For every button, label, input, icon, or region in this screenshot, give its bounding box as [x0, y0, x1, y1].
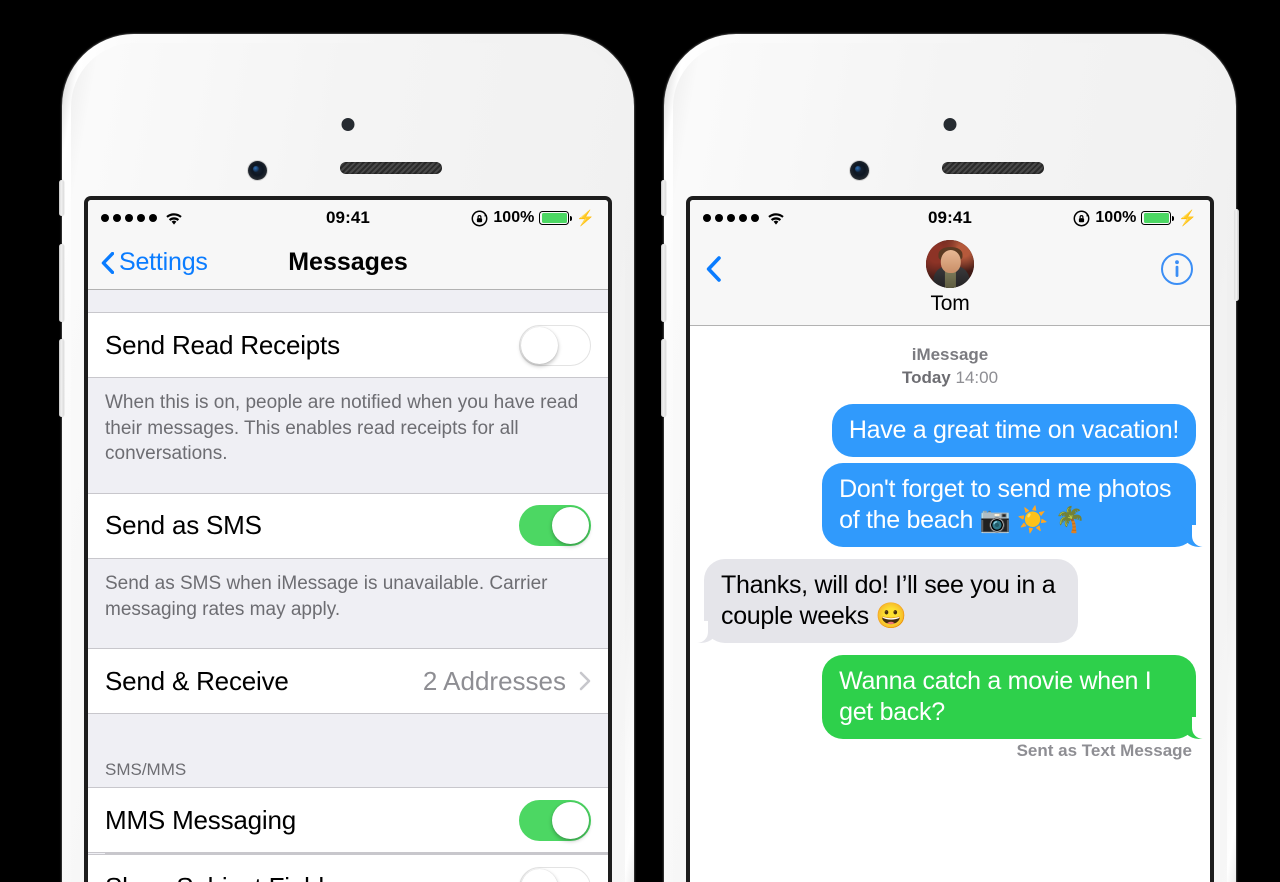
- message-bubble-outgoing-sms[interactable]: Wanna catch a movie when I get back?: [822, 655, 1203, 740]
- volume-up-button[interactable]: [661, 244, 666, 322]
- setting-label: Send Read Receipts: [105, 329, 340, 360]
- volume-up-button[interactable]: [59, 244, 64, 322]
- setting-row-mms-messaging[interactable]: MMS Messaging: [88, 787, 608, 854]
- delivery-status-label: Sent as Text Message: [1016, 741, 1192, 761]
- battery-full-icon: [539, 211, 573, 225]
- settings-nav-bar: Settings Messages: [88, 236, 608, 290]
- info-circle-icon: [1161, 253, 1193, 285]
- screenshot-stage: 09:41 100% ⚡ Settings Messages Send Read…: [0, 0, 1280, 882]
- message-bubble-incoming[interactable]: Thanks, will do! I’ll see you in a coupl…: [697, 559, 1078, 644]
- conversation-timestamp: iMessage Today 14:00: [704, 344, 1196, 390]
- show-subject-field-toggle[interactable]: [519, 866, 591, 882]
- battery-full-icon: [1141, 211, 1175, 225]
- setting-footnote-read-receipts: When this is on, people are notified whe…: [105, 392, 579, 465]
- settings-list[interactable]: Send Read Receipts When this is on, peop…: [88, 290, 608, 882]
- status-bar-clock: 09:41: [326, 208, 370, 227]
- chevron-left-icon: [101, 251, 115, 274]
- volume-down-button[interactable]: [59, 339, 64, 417]
- conversation-thread[interactable]: iMessage Today 14:00 Have a great time o…: [690, 326, 1210, 882]
- setting-label: MMS Messaging: [105, 804, 297, 835]
- message-row: Wanna catch a movie when I get back?: [704, 655, 1203, 740]
- back-to-settings-button[interactable]: Settings: [101, 248, 208, 277]
- send-read-receipts-toggle[interactable]: [519, 324, 591, 366]
- conversation-time-label: 14:00: [955, 367, 999, 387]
- iphone-device-settings: 09:41 100% ⚡ Settings Messages Send Read…: [59, 34, 634, 882]
- status-bar: 09:41 100% ⚡: [690, 200, 1210, 236]
- status-bar: 09:41 100% ⚡: [88, 200, 608, 236]
- contact-avatar[interactable]: [926, 240, 974, 288]
- silent-switch[interactable]: [59, 180, 64, 216]
- setting-label: Show Subject Field: [105, 872, 324, 882]
- message-bubble-outgoing[interactable]: Don't forget to send me photos of the be…: [822, 463, 1203, 548]
- setting-label: Send & Receive: [105, 665, 289, 696]
- silent-switch[interactable]: [661, 180, 666, 216]
- setting-row-show-subject-field[interactable]: Show Subject Field: [88, 854, 608, 882]
- contact-name-label: Tom: [930, 292, 970, 315]
- conversation-service-label: iMessage: [911, 345, 989, 364]
- setting-label: Send as SMS: [105, 510, 262, 541]
- device-bezel: 09:41 100%: [673, 43, 1227, 882]
- settings-screen: 09:41 100% ⚡ Settings Messages Send Read…: [84, 196, 612, 882]
- proximity-sensor-icon: [341, 118, 355, 131]
- device-bezel: 09:41 100%: [71, 43, 625, 882]
- earpiece-speaker-icon: [942, 162, 1044, 174]
- message-row: Thanks, will do! I’ll see you in a coupl…: [697, 559, 1196, 644]
- conversation-contact[interactable]: Tom: [690, 240, 1210, 316]
- message-row: Have a great time on vacation!: [704, 403, 1196, 458]
- chevron-right-icon: [579, 671, 591, 691]
- proximity-sensor-icon: [943, 118, 957, 131]
- iphone-device-messages: 09:41 100% ⚡ Tom iMessage Today 14:00 Ha…: [661, 34, 1239, 882]
- conversation-date-label: Today: [901, 367, 951, 387]
- messages-nav-bar: Tom: [690, 236, 1210, 326]
- volume-down-button[interactable]: [661, 339, 666, 417]
- earpiece-speaker-icon: [340, 162, 442, 174]
- conversation-info-button[interactable]: [1160, 242, 1194, 291]
- power-button[interactable]: [1234, 209, 1239, 301]
- front-camera-icon: [850, 161, 869, 180]
- send-as-sms-toggle[interactable]: [519, 505, 591, 547]
- front-camera-icon: [248, 161, 267, 180]
- message-row: Don't forget to send me photos of the be…: [704, 463, 1203, 548]
- section-header-sms-mms: SMS/MMS: [105, 760, 187, 780]
- messages-screen: 09:41 100% ⚡ Tom iMessage Today 14:00 Ha…: [686, 196, 1214, 882]
- message-bubble-outgoing[interactable]: Have a great time on vacation!: [831, 403, 1196, 458]
- setting-value: 2 Addresses: [422, 665, 566, 696]
- setting-row-send-read-receipts[interactable]: Send Read Receipts: [88, 312, 608, 378]
- mms-messaging-toggle[interactable]: [519, 799, 591, 841]
- setting-footnote-send-as-sms: Send as SMS when iMessage is unavailable…: [105, 572, 548, 620]
- back-button-label: Settings: [119, 248, 208, 276]
- setting-row-send-and-receive[interactable]: Send & Receive 2 Addresses: [88, 648, 608, 715]
- setting-row-send-as-sms[interactable]: Send as SMS: [88, 492, 608, 559]
- back-to-conversations-button[interactable]: [706, 242, 721, 287]
- status-bar-clock: 09:41: [928, 208, 972, 227]
